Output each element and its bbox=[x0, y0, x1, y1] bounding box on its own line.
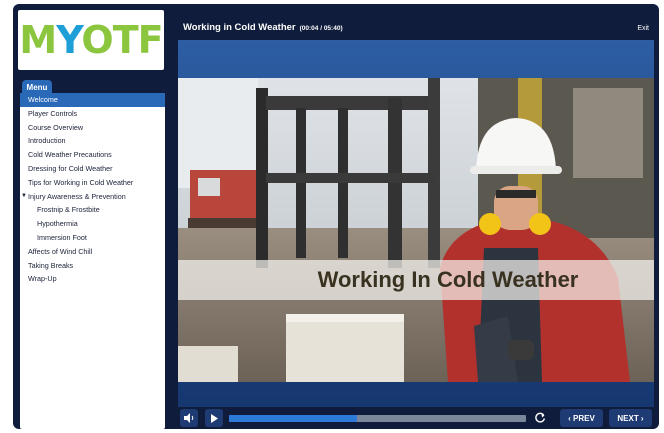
menu-item-label: Dressing for Cold Weather bbox=[28, 163, 113, 173]
menu-item-label: Injury Awareness & Prevention bbox=[28, 191, 126, 201]
logo-letter: OTF bbox=[81, 18, 163, 62]
logo-letter: Y bbox=[56, 18, 82, 62]
menu-item[interactable]: Dressing for Cold Weather bbox=[20, 162, 165, 176]
menu-item-label: Introduction bbox=[28, 136, 66, 146]
menu-item-label: Cold Weather Precautions bbox=[28, 150, 112, 160]
menu-list: Welcome Player Controls Course Overview Int… bbox=[20, 93, 165, 286]
menu-item[interactable]: Hypothermia bbox=[20, 217, 165, 231]
menu-item-label: Affects of Wind Chill bbox=[28, 246, 93, 256]
menu-item[interactable]: Frostnip & Frostbite bbox=[20, 203, 165, 217]
course-player: MYOTF Menu Welcome Player Controls Course … bbox=[13, 4, 659, 429]
menu-item[interactable]: Taking Breaks bbox=[20, 259, 165, 273]
time-display: (00:04 / 05:40) bbox=[299, 25, 343, 32]
menu-item-label: Immersion Foot bbox=[37, 232, 87, 242]
slide-photo bbox=[178, 78, 654, 382]
course-title: Working in Cold Weather bbox=[183, 22, 296, 33]
volume-button[interactable] bbox=[180, 409, 198, 427]
next-button[interactable]: NEXT › bbox=[609, 409, 652, 427]
menu-item-label: Welcome bbox=[28, 95, 58, 104]
logo-letter: M bbox=[19, 18, 57, 62]
menu-item[interactable]: Player Controls bbox=[20, 107, 165, 121]
replay-button[interactable] bbox=[532, 409, 548, 427]
progress-fill bbox=[229, 415, 357, 422]
volume-icon bbox=[184, 413, 194, 423]
slide: Working In Cold Weather bbox=[178, 78, 654, 382]
slide-title: Working In Cold Weather bbox=[317, 267, 579, 292]
menu-item[interactable]: ▼ Injury Awareness & Prevention bbox=[20, 190, 165, 204]
menu-item[interactable]: Introduction bbox=[20, 134, 165, 148]
logo-text: MYOTF bbox=[19, 18, 163, 62]
player-controls: ‹ PREV NEXT › bbox=[178, 407, 654, 429]
menu-item[interactable]: Wrap-Up bbox=[20, 272, 165, 286]
menu-item-label: Hypothermia bbox=[37, 219, 78, 229]
menu-item[interactable]: Welcome bbox=[20, 93, 165, 107]
play-icon bbox=[211, 413, 218, 423]
menu-panel: Welcome Player Controls Course Overview Int… bbox=[20, 93, 165, 429]
menu-item-label: Taking Breaks bbox=[28, 260, 74, 270]
menu-item[interactable]: Immersion Foot bbox=[20, 231, 165, 245]
menu-item-label: Player Controls bbox=[28, 108, 78, 118]
exit-button[interactable]: Exit bbox=[637, 25, 649, 32]
title-area: Working in Cold Weather (00:04 / 05:40) bbox=[183, 17, 343, 35]
play-button[interactable] bbox=[205, 409, 223, 427]
menu-item-label: Frostnip & Frostbite bbox=[37, 205, 100, 215]
replay-icon bbox=[535, 412, 546, 423]
menu-item-label: Wrap-Up bbox=[28, 274, 57, 284]
logo: MYOTF bbox=[18, 10, 164, 70]
menu-item[interactable]: Affects of Wind Chill bbox=[20, 245, 165, 259]
expand-arrow-icon[interactable]: ▼ bbox=[21, 190, 27, 204]
menu-item[interactable]: Cold Weather Precautions bbox=[20, 148, 165, 162]
progress-bar[interactable] bbox=[229, 415, 526, 422]
menu-item[interactable]: Tips for Working in Cold Weather bbox=[20, 176, 165, 190]
menu-item-label: Course Overview bbox=[28, 122, 84, 132]
menu-item[interactable]: Course Overview bbox=[20, 121, 165, 135]
menu-item-label: Tips for Working in Cold Weather bbox=[28, 177, 134, 187]
slide-stage: Working In Cold Weather bbox=[178, 40, 654, 407]
prev-button[interactable]: ‹ PREV bbox=[560, 409, 603, 427]
